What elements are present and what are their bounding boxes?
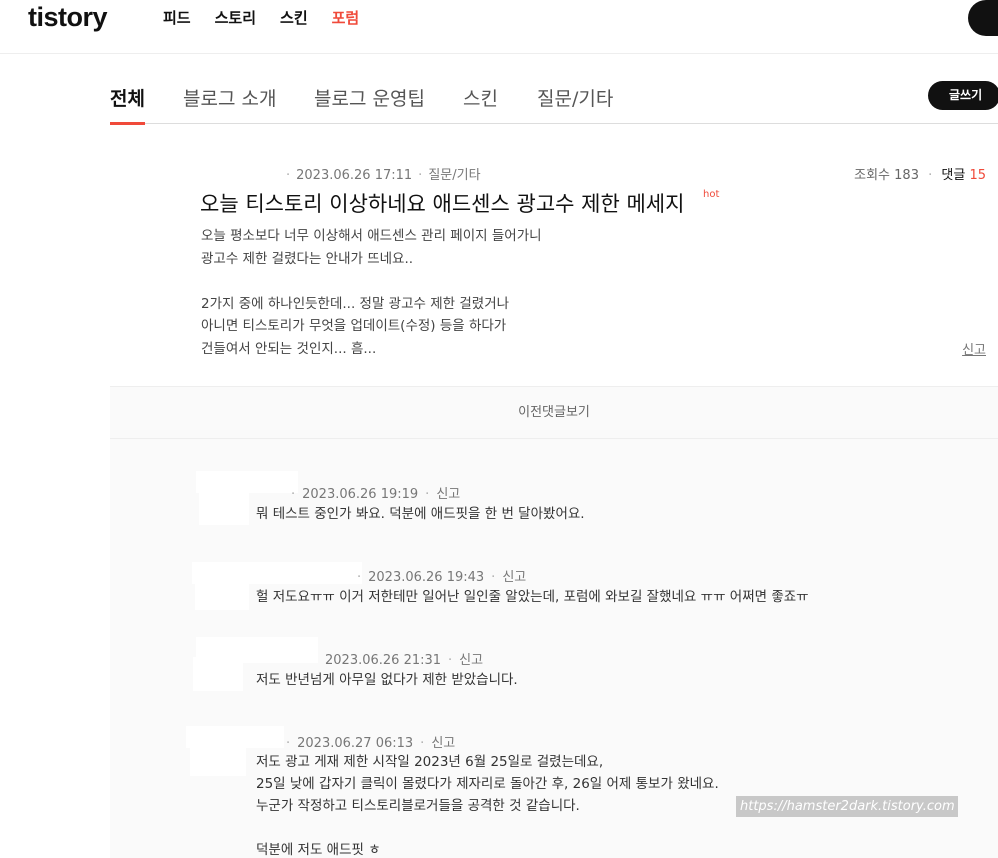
comment-line: 덕분에 저도 애드핏 ㅎ <box>256 842 381 858</box>
comment-text: 저도 반년넘게 아무일 없다가 제한 받았습니다. <box>256 669 518 691</box>
comment-date: 2023.06.26 21:31 <box>325 653 442 668</box>
post-body-line: 2가지 중에 하나인듯한데... 정말 광고수 제한 걸렸거나 <box>201 295 510 312</box>
avatar <box>193 657 243 691</box>
tab-skin[interactable]: 스킨 <box>463 84 498 124</box>
comment-text: 헐 저도요ㅠㅠ 이거 저한테만 일어난 일인줄 알았는데, 포럼에 와보길 잘했… <box>256 586 809 608</box>
comment-text: 저도 광고 게재 제한 시작일 2023년 6월 25일로 걸렸는데요, 25일… <box>256 751 719 858</box>
post-title: 오늘 티스토리 이상하네요 애드센스 광고수 제한 메세지 <box>200 192 685 216</box>
comment-text: 뭐 테스트 중인가 봐요. 덕분에 애드핏을 한 번 달아봤어요. <box>256 503 585 525</box>
avatar <box>190 742 246 776</box>
watermark: https://hamster2dark.tistory.com <box>736 796 958 817</box>
post-report-link[interactable]: 신고 <box>962 339 986 358</box>
nav-skin[interactable]: 스킨 <box>280 7 308 28</box>
comment-meta: · 2023.06.27 06:13 · 신고 <box>286 736 456 751</box>
post-meta: · 2023.06.26 17:11 · 질문/기타 <box>286 168 481 183</box>
comment-meta: · 2023.06.26 19:43 · 신고 <box>357 570 527 585</box>
comment-meta: 2023.06.26 21:31 · 신고 <box>325 653 484 668</box>
comment-report-link[interactable]: 신고 <box>431 736 455 751</box>
main-nav: 피드 스토리 스킨 포럼 <box>163 7 359 28</box>
tistory-logo[interactable]: tistory <box>28 2 108 33</box>
comment-report-link[interactable]: 신고 <box>459 653 483 668</box>
post-body-line: 아니면 티스토리가 무엇을 업데이트(수정) 등을 하다가 <box>201 318 507 334</box>
comment-label: 댓글 <box>941 168 966 183</box>
comment-line: 저도 광고 게재 제한 시작일 2023년 6월 25일로 걸렸는데요, <box>256 754 604 770</box>
prev-comments-button[interactable]: 이전댓글보기 <box>110 387 998 439</box>
comment-report-link[interactable]: 신고 <box>502 570 526 585</box>
comment-line <box>256 817 719 839</box>
nav-forum[interactable]: 포럼 <box>332 7 360 28</box>
comment-report-link[interactable]: 신고 <box>436 487 460 502</box>
post-date: 2023.06.26 17:11 <box>296 168 413 183</box>
nav-story[interactable]: 스토리 <box>215 7 256 28</box>
comment-section: 이전댓글보기 · 2023.06.26 19:19 · 신고 뭐 테스트 중인가 봐요… <box>110 386 998 858</box>
nav-feed[interactable]: 피드 <box>163 7 191 28</box>
comment-line: 헐 저도요ㅠㅠ 이거 저한테만 일어난 일인줄 알았는데, 포럼에 와보길 잘했… <box>256 589 809 605</box>
comment-meta: · 2023.06.26 19:19 · 신고 <box>291 487 461 502</box>
comment-date: 2023.06.26 19:43 <box>368 570 485 585</box>
post-body-line: 건들여서 안되는 것인지... 흠... <box>201 340 377 357</box>
post-body-line <box>201 270 542 293</box>
top-bar: tistory 피드 스토리 스킨 포럼 <box>0 0 998 54</box>
post-category[interactable]: 질문/기타 <box>428 168 480 183</box>
post-stats: 조회수 183 · 댓글 15 <box>854 168 986 183</box>
comment-date: 2023.06.27 06:13 <box>297 736 414 751</box>
view-count: 조회수 183 <box>854 168 919 183</box>
author-name-redacted <box>196 471 298 493</box>
category-tabs: 전체 블로그 소개 블로그 운영팁 스킨 질문/기타 <box>110 84 998 125</box>
comment-line: 뭐 테스트 중인가 봐요. 덕분에 애드핏을 한 번 달아봤어요. <box>256 506 585 522</box>
comment-date: 2023.06.26 19:19 <box>302 487 419 502</box>
comment-line: 25일 낮에 갑자기 클릭이 몰렸다가 제자리로 돌아간 후, 26일 어제 통… <box>256 776 719 792</box>
post-body-line: 오늘 평소보다 너무 이상해서 애드센스 관리 페이지 들어가니 <box>201 228 542 244</box>
user-menu-button[interactable] <box>968 0 998 36</box>
post-body: 오늘 평소보다 너무 이상해서 애드센스 관리 페이지 들어가니 광고수 제한 … <box>201 225 542 360</box>
avatar <box>195 576 249 610</box>
write-button[interactable]: 글쓰기 <box>928 81 998 110</box>
tab-question-etc[interactable]: 질문/기타 <box>537 84 613 124</box>
hot-badge: hot <box>703 189 720 200</box>
tab-blog-tips[interactable]: 블로그 운영팁 <box>314 84 425 124</box>
tab-all[interactable]: 전체 <box>110 84 145 125</box>
comment-count: 15 <box>969 168 986 183</box>
comment-line: 누군가 작정하고 티스토리블로거들을 공격한 것 같습니다. <box>256 798 580 814</box>
comment-line: 저도 반년넘게 아무일 없다가 제한 받았습니다. <box>256 672 518 688</box>
avatar <box>199 491 249 525</box>
tab-blog-intro[interactable]: 블로그 소개 <box>183 84 276 124</box>
post-body-line: 광고수 제한 걸렸다는 안내가 뜨네요.. <box>201 250 414 267</box>
